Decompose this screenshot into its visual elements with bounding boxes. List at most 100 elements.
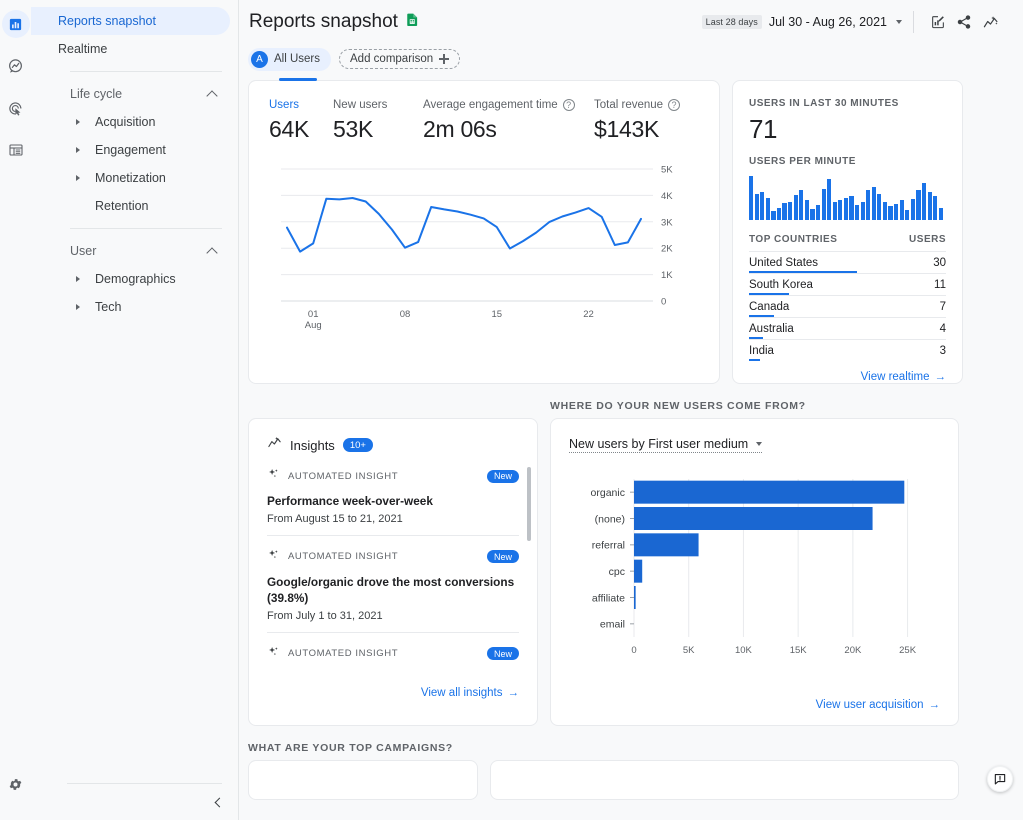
top-countries-list: United States 30 South Korea 11 Canada 7 Austr… xyxy=(749,251,946,361)
sidebar-item-realtime[interactable]: Realtime xyxy=(31,35,230,63)
insight-item[interactable]: AUTOMATED INSIGHT New Performance week-o… xyxy=(267,455,519,536)
sidebar-item-label: Monetization xyxy=(95,171,166,185)
users-per-minute-bar xyxy=(910,199,915,220)
new-users-chart-title[interactable]: New users by First user medium xyxy=(569,437,763,453)
users-line-chart[interactable]: 0 1K 2K 3K 4K 5K 01 Aug 08 15 22 xyxy=(269,161,699,341)
metric-label-row: Average engagement time ? xyxy=(423,99,594,111)
bar xyxy=(634,559,643,583)
main-content: Reports snapshot Last 28 days Jul 30 - A… xyxy=(239,0,1023,820)
icon-rail xyxy=(0,0,31,820)
help-icon[interactable]: ? xyxy=(562,99,575,111)
view-user-acquisition-link[interactable]: View user acquisition → xyxy=(816,699,940,711)
insight-subtitle: From July 1 to 31, 2021 xyxy=(267,609,383,622)
users-per-minute-bar xyxy=(921,183,927,220)
country-name: India xyxy=(749,344,774,357)
country-users: 4 xyxy=(939,322,946,335)
sidebar-item-demographics[interactable]: Demographics xyxy=(31,265,230,293)
metric-value: 2m 06s xyxy=(423,116,497,142)
svg-text:(none): (none) xyxy=(595,513,625,525)
sidebar-item-label: Tech xyxy=(95,300,122,314)
collapse-sidebar-button[interactable] xyxy=(31,784,238,820)
reports-icon[interactable] xyxy=(1,10,30,38)
share-icon[interactable] xyxy=(951,9,977,35)
advertising-icon[interactable] xyxy=(2,94,30,122)
insights-title: Insights xyxy=(290,437,335,453)
library-icon[interactable] xyxy=(2,136,30,164)
country-name: Canada xyxy=(749,300,790,313)
metric-value: $143K xyxy=(594,116,660,142)
new-users-bar-chart[interactable]: 0 5K 10K 15K 20K 25K organic (none) referral cpc a… xyxy=(569,469,940,686)
page-title-text: Reports snapshot xyxy=(249,11,398,32)
gear-icon[interactable] xyxy=(2,770,30,798)
country-users: 7 xyxy=(939,300,946,313)
sidebar-item-label: Realtime xyxy=(58,42,108,56)
metric-label: New users xyxy=(333,99,388,111)
add-comparison-button[interactable]: Add comparison xyxy=(339,49,461,69)
svg-text:5K: 5K xyxy=(683,645,695,656)
arrow-right-icon: → xyxy=(934,371,947,383)
sidebar-item-retention[interactable]: Retention xyxy=(31,192,230,220)
users-per-minute-bar xyxy=(776,208,782,220)
table-row[interactable]: United States 30 xyxy=(749,251,946,273)
campaign-card-right[interactable] xyxy=(490,760,959,800)
insights-icon[interactable] xyxy=(977,9,1003,35)
realtime-users-value: 71 xyxy=(749,114,777,144)
country-name: South Korea xyxy=(749,278,813,291)
bar xyxy=(634,480,905,504)
users-per-minute-bar xyxy=(888,206,893,220)
insights-scrollbar[interactable] xyxy=(527,467,531,541)
table-row[interactable]: South Korea 11 xyxy=(749,273,946,295)
top-countries-header: TOP COUNTRIES USERS xyxy=(749,234,946,251)
view-realtime-link[interactable]: View realtime → xyxy=(749,371,946,383)
metric-new-users[interactable]: New users 53K xyxy=(333,99,423,143)
sidebar: Reports snapshot Realtime Life cycle Acq… xyxy=(31,0,239,820)
users-per-minute-chart[interactable] xyxy=(749,176,946,220)
table-row[interactable]: Australia 4 xyxy=(749,317,946,339)
users-per-minute-label: USERS PER MINUTE xyxy=(749,156,856,167)
header-actions: Last 28 days Jul 30 - Aug 26, 2021 xyxy=(701,9,1003,35)
help-icon[interactable]: ? xyxy=(668,99,681,111)
insight-item[interactable]: AUTOMATED INSIGHT New Google/organic dro… xyxy=(267,536,519,633)
sparkle-icon xyxy=(267,548,280,566)
customize-report-icon[interactable] xyxy=(925,9,951,35)
sidebar-section-user[interactable]: User xyxy=(31,237,238,265)
metric-value: 53K xyxy=(333,116,374,142)
campaign-card-left[interactable] xyxy=(248,760,478,800)
table-row[interactable]: Canada 7 xyxy=(749,295,946,317)
users-per-minute-bar xyxy=(749,176,754,220)
insight-title: Performance week-over-week xyxy=(267,494,433,508)
table-row[interactable]: India 3 xyxy=(749,339,946,361)
sidebar-item-monetization[interactable]: Monetization xyxy=(31,164,230,192)
sidebar-item-reports-snapshot[interactable]: Reports snapshot xyxy=(31,7,230,35)
arrow-right-icon: → xyxy=(928,699,941,711)
view-all-insights-link[interactable]: View all insights → xyxy=(267,687,519,699)
send-feedback-button[interactable] xyxy=(987,766,1013,792)
users-per-minute-bar xyxy=(899,200,904,220)
arrow-right-icon: → xyxy=(507,686,520,699)
chevron-down-icon xyxy=(896,20,902,24)
insights-section-spacer xyxy=(248,400,538,412)
date-range-selector[interactable]: Last 28 days Jul 30 - Aug 26, 2021 xyxy=(701,15,902,29)
campaigns-section-title: WHAT ARE YOUR TOP CAMPAIGNS? xyxy=(248,742,453,754)
metric-total-revenue[interactable]: Total revenue ? $143K xyxy=(594,99,681,143)
insight-item[interactable]: AUTOMATED INSIGHT New xyxy=(267,633,519,673)
users-column-label: USERS xyxy=(909,234,946,245)
chevron-up-icon xyxy=(206,89,218,102)
metric-users[interactable]: Users 64K xyxy=(269,99,333,143)
insight-kind: AUTOMATED INSIGHT xyxy=(288,551,399,563)
sidebar-section-life-cycle[interactable]: Life cycle xyxy=(31,80,238,108)
all-users-chip[interactable]: A All Users xyxy=(248,47,332,71)
sidebar-item-label: Retention xyxy=(95,199,149,213)
sidebar-item-engagement[interactable]: Engagement xyxy=(31,136,230,164)
explore-icon[interactable] xyxy=(2,52,30,80)
sidebar-item-label: Reports snapshot xyxy=(58,14,156,28)
users-per-minute-bar xyxy=(916,190,921,220)
sidebar-item-acquisition[interactable]: Acquisition xyxy=(31,108,230,136)
svg-text:1K: 1K xyxy=(661,270,673,281)
users-per-minute-bar xyxy=(871,187,876,220)
metric-avg-engagement-time[interactable]: Average engagement time ? 2m 06s xyxy=(423,99,594,143)
sidebar-item-tech[interactable]: Tech xyxy=(31,293,230,321)
sheets-export-icon[interactable] xyxy=(405,11,420,33)
view-all-insights-label: View all insights xyxy=(420,686,503,699)
chevron-right-icon xyxy=(76,276,80,282)
